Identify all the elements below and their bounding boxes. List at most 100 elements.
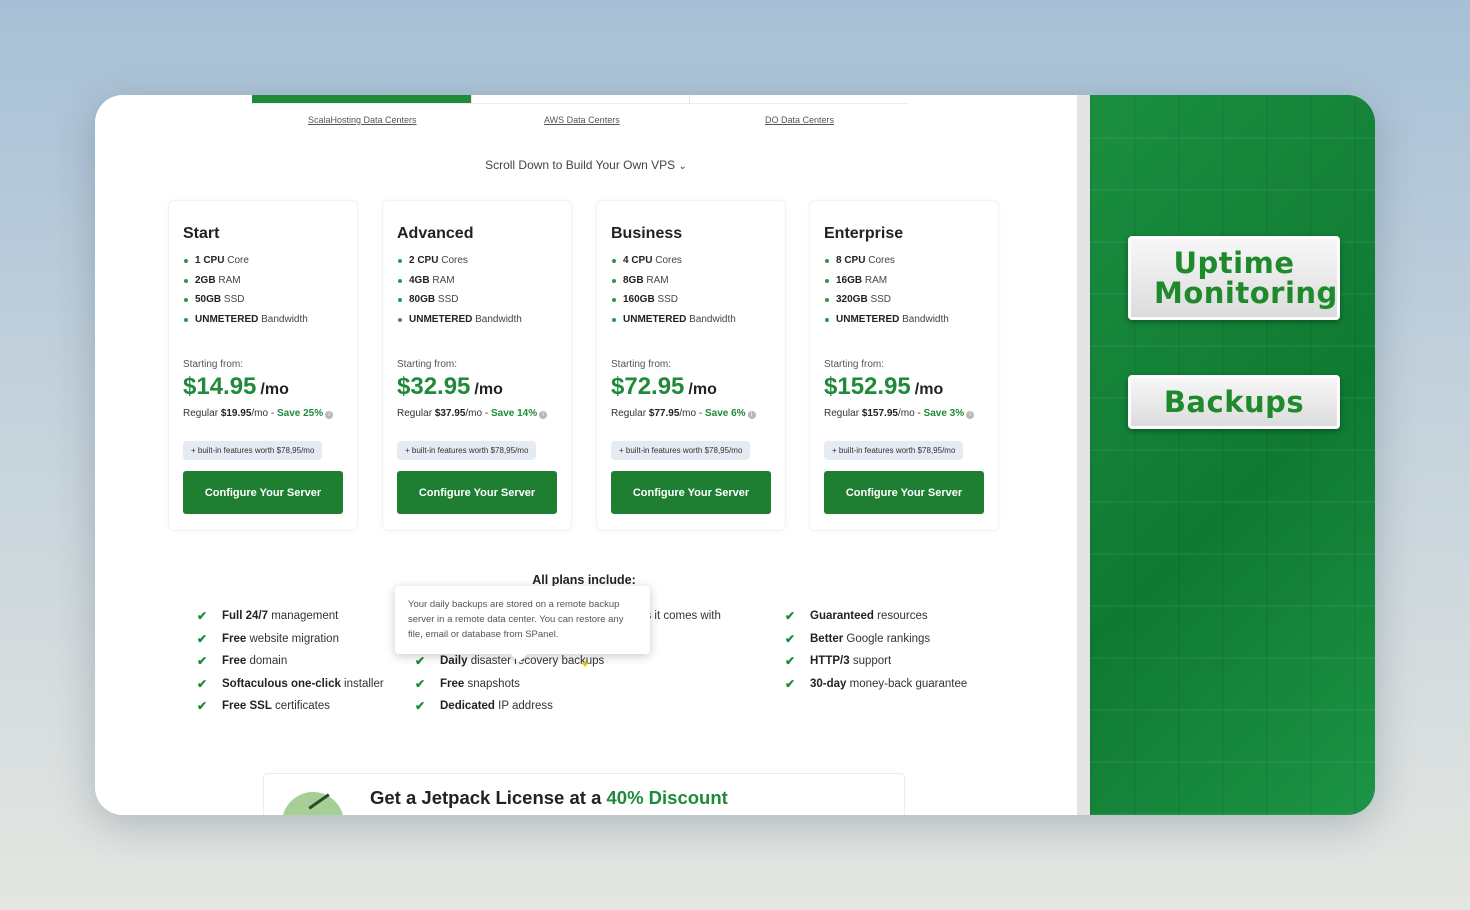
feature-rest: support [849,655,892,667]
spec-item: UNMETERED Bandwidth [824,312,949,332]
configure-server-button[interactable]: Configure Your Server [397,471,557,514]
spec-rest: Core [224,255,249,266]
spec-rest: RAM [215,274,241,286]
check-icon: ✔ [785,609,796,623]
feature-strong: 30-day [810,677,847,690]
spec-strong: 320GB [836,294,868,305]
feature-rest: certificates [271,700,331,712]
jetpack-banner[interactable]: Get a Jetpack License at a 40% Discount [263,773,905,815]
plan-specs: 2 CPU Cores 4GB RAM 80GB SSD UNMETERED Band… [397,253,522,331]
price-period: /mo [914,381,944,398]
spec-rest: Bandwidth [899,313,949,325]
plan-card-business: Business 4 CPU Cores 8GB RAM 160GB SSD UNME… [596,200,786,531]
regular-suffix: /mo - [897,408,924,419]
regular-amount: $37.95 [434,408,466,419]
feature-rest: website migration [246,632,339,645]
plan-specs: 4 CPU Cores 8GB RAM 160GB SSD UNMETERED Ban… [611,253,736,331]
built-in-features-pill[interactable]: + built-in features worth $78,95/mo [824,441,964,460]
feature-item: ✔ Free domain [197,653,384,676]
info-icon[interactable]: i [966,411,975,419]
scroll-hint-link[interactable]: Scroll Down to Build Your Own VPS ⌄ [95,158,1077,172]
regular-suffix: /mo - [251,408,277,419]
feature-rest: IP address [494,700,553,712]
regular-suffix: /mo - [465,408,491,419]
spec-item: UNMETERED Bandwidth [183,312,308,332]
spec-rest: SSD [867,294,892,305]
info-icon[interactable]: i [325,411,334,419]
features-column-2: ✔ Daily disaster recovery backups ✔ Free sn… [415,653,604,721]
spec-item: UNMETERED Bandwidth [397,312,522,332]
feature-item: ✔ Dedicated IP address [415,698,604,721]
feature-rest: snapshots [464,677,520,690]
spec-strong: UNMETERED [195,313,259,325]
price-period: /mo [688,381,717,398]
tab-divider [471,95,472,104]
feature-strong: Full 24/7 [222,610,269,622]
jetpack-title-highlight: 40% Discount [606,787,728,808]
feature-item: ✔ Guaranteed resources [785,608,967,631]
plan-specs: 8 CPU Cores 16GB RAM 320GB SSD UNMETERED Ba… [824,253,949,331]
plan-name: Start [183,225,220,242]
vertical-scrollbar[interactable] [1077,95,1090,815]
check-icon: ✔ [197,699,208,713]
info-icon[interactable]: i [747,411,756,419]
spec-strong: 4 CPU [623,255,653,266]
configure-server-button[interactable]: Configure Your Server [183,471,343,514]
feature-strong: Better [810,632,844,645]
check-icon: ✔ [415,654,426,668]
configure-server-button[interactable]: Configure Your Server [824,471,984,514]
feature-item: ✔ HTTP/3 support [785,653,967,676]
feature-strong: Softaculous one-click [222,677,341,690]
price-amount: $32.95 [397,373,471,400]
regular-amount: $19.95 [220,408,252,419]
feature-strong: Free [440,677,465,690]
built-in-features-pill[interactable]: + built-in features worth $78,95/mo [611,441,751,460]
spec-strong: 16GB [836,274,863,286]
spec-strong: 2 CPU [409,255,439,266]
spec-rest: Bandwidth [472,313,522,325]
app-window: ScalaHosting Data Centers AWS Data Cente… [95,95,1375,815]
feature-rest: domain [246,655,288,667]
feature-strong: Dedicated [440,700,495,712]
feature-rest: management [268,610,339,622]
spec-rest: Cores [438,255,468,266]
tab-aws-data-centers[interactable]: AWS Data Centers [544,115,620,125]
spec-strong: 4GB [409,274,430,286]
spec-item: 8 CPU Cores [824,253,949,273]
spec-strong: 80GB [409,294,436,305]
spec-item: 16GB RAM [824,273,949,293]
check-icon: ✔ [785,654,796,668]
spec-rest: Cores [652,255,682,266]
plan-card-enterprise: Enterprise 8 CPU Cores 16GB RAM 320GB SSD U… [809,200,999,531]
uptime-monitoring-button[interactable]: Uptime Monitoring [1128,236,1340,320]
spec-rest: SSD [654,294,679,305]
plan-price: $32.95/mo [397,373,503,401]
spec-item: 160GB SSD [611,292,736,312]
plan-name: Advanced [397,225,474,242]
plan-price: $152.95/mo [824,373,943,401]
built-in-features-pill[interactable]: + built-in features worth $78,95/mo [397,441,537,460]
starting-from-label: Starting from: [183,359,244,370]
spec-item: 2 CPU Cores [397,253,522,273]
spec-rest: SSD [435,294,459,305]
feature-strong: Free [222,655,247,667]
backups-button[interactable]: Backups [1128,375,1340,429]
feature-item: ✔ Better Google rankings [785,631,967,654]
built-in-features-pill[interactable]: + built-in features worth $78,95/mo [183,441,323,460]
info-icon[interactable]: i [539,411,548,419]
spec-strong: 8 CPU [836,255,866,266]
spec-item: 4 CPU Cores [611,253,736,273]
plan-specs: 1 CPU Core 2GB RAM 50GB SSD UNMETERED Bandw… [183,253,308,331]
feature-item: ✔ Full 24/7 management [197,608,384,631]
spec-strong: 50GB [195,294,222,305]
save-badge: Save 14% [490,408,538,419]
tab-scalahosting-data-centers[interactable]: ScalaHosting Data Centers [308,115,417,125]
jetpack-title-prefix: Get a Jetpack License at a [370,787,607,808]
starting-from-label: Starting from: [611,359,672,370]
save-badge: Save 25% [276,408,324,419]
regular-price: Regular $19.95/mo - Save 25% i [183,408,334,419]
tab-do-data-centers[interactable]: DO Data Centers [765,115,834,125]
configure-server-button[interactable]: Configure Your Server [611,471,771,514]
regular-prefix: Regular [824,408,862,419]
side-promo-panel: Uptime Monitoring Backups [1090,95,1375,815]
